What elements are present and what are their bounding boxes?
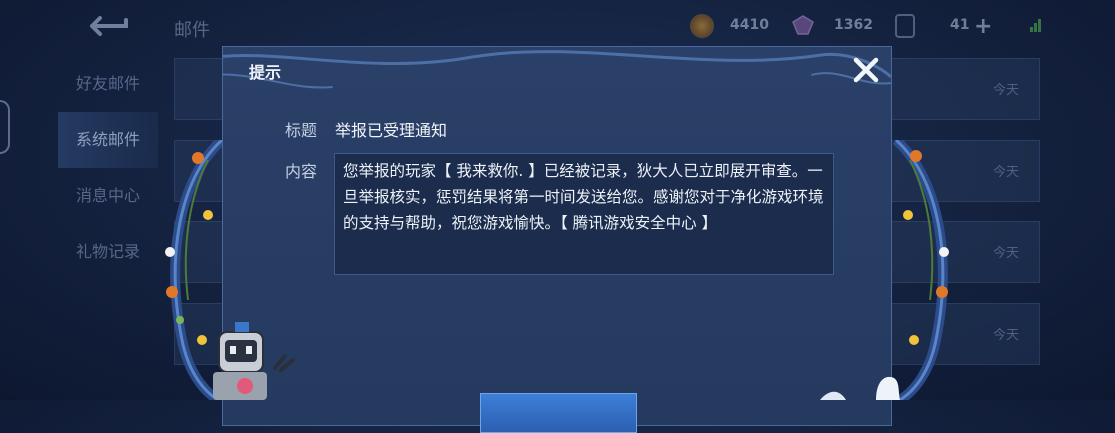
collapse-tab[interactable] <box>0 100 10 154</box>
ticket-icon <box>895 14 915 38</box>
add-icon[interactable]: + <box>974 14 992 39</box>
dialog-header-ornament-icon <box>223 50 891 89</box>
notice-dialog: 提示 标题 举报已受理通知 内容 您举报的玩家【 我来救你. 】已经被记录，狄大… <box>222 46 892 433</box>
diamond-icon <box>792 15 814 35</box>
ticket-count: 41 <box>950 17 970 33</box>
ghost-sprite-icon <box>820 376 900 400</box>
content-text: 您举报的玩家【 我来救你. 】已经被记录，狄大人已立即展开审查。一旦举报核实，惩… <box>334 153 834 275</box>
page-title: 邮件 <box>174 20 210 41</box>
sidebar-item-gift-record[interactable]: 礼物记录 <box>58 224 158 280</box>
back-arrow-icon[interactable] <box>86 14 132 38</box>
sidebar: 好友邮件 系统邮件 消息中心 礼物记录 <box>58 56 158 280</box>
subject-label: 标题 <box>285 121 318 140</box>
robot-mascot-icon <box>213 322 295 400</box>
list-item-date: 今天 <box>992 165 1019 180</box>
coin-count: 4410 <box>730 17 769 33</box>
list-item-date: 今天 <box>992 328 1019 343</box>
content-label: 内容 <box>285 162 318 181</box>
sidebar-item-message-center[interactable]: 消息中心 <box>58 168 158 224</box>
sidebar-item-friend-mail[interactable]: 好友邮件 <box>58 56 158 112</box>
floral-wreath-right-icon <box>892 140 949 400</box>
signal-icon <box>1030 19 1041 32</box>
gem-count: 1362 <box>834 17 873 33</box>
confirm-button[interactable] <box>480 393 637 433</box>
close-icon[interactable] <box>851 55 881 85</box>
list-item-date: 今天 <box>992 246 1019 261</box>
list-item-date: 今天 <box>992 83 1019 98</box>
gold-coin-icon <box>690 14 714 38</box>
subject-value: 举报已受理通知 <box>335 121 448 140</box>
sidebar-item-system-mail[interactable]: 系统邮件 <box>58 112 158 168</box>
dialog-title: 提示 <box>249 63 282 82</box>
